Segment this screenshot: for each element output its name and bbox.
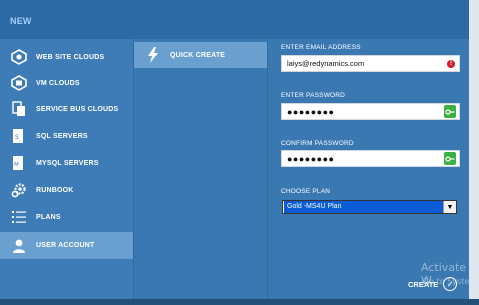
user-icon	[10, 237, 28, 255]
nav-item-service-bus-clouds[interactable]: SERVICE BUS CLOUDS	[0, 96, 133, 122]
create-button[interactable]: CREATE ✓	[408, 277, 458, 291]
password-value: ●●●●●●●●	[287, 106, 335, 117]
title-bar	[0, 0, 479, 39]
nav-item-mysql-servers[interactable]: M MYSQL SERVERS	[0, 150, 133, 176]
email-label: ENTER EMAIL ADDRESS	[281, 44, 361, 51]
email-field[interactable]: laiys@redynamics.com !	[281, 55, 460, 72]
confirm-password-field[interactable]: ●●●●●●●●	[281, 150, 460, 167]
quick-create-label: QUICK CREATE	[170, 51, 226, 59]
nav-label: MYSQL SERVERS	[36, 159, 99, 167]
create-label: CREATE	[408, 279, 439, 289]
window-edge-bottom	[0, 299, 479, 305]
key-icon	[444, 105, 456, 118]
nav-item-web-site-clouds[interactable]: WEB SITE CLOUDS	[0, 44, 133, 70]
nav-item-plans[interactable]: PLANS	[0, 204, 133, 230]
nav-item-user-account[interactable]: USER ACCOUNT	[0, 232, 133, 259]
confirm-password-value: ●●●●●●●●	[287, 153, 335, 164]
window-edge	[469, 0, 479, 305]
nav-label: SERVICE BUS CLOUDS	[36, 105, 119, 113]
confirm-password-label: CONFIRM PASSWORD	[281, 140, 354, 147]
plan-selected-value: Gold -MS4U Plan	[284, 201, 443, 213]
vm-cloud-icon	[10, 74, 28, 92]
error-icon: !	[447, 59, 455, 68]
password-field[interactable]: ●●●●●●●●	[281, 103, 460, 120]
plan-select[interactable]: Gold -MS4U Plan ▼	[282, 200, 457, 214]
nav-item-vm-clouds[interactable]: VM CLOUDS	[0, 70, 133, 96]
svg-text:M: M	[14, 162, 19, 168]
svg-text:S: S	[15, 134, 19, 141]
mysql-server-icon: M	[10, 154, 28, 172]
lightning-icon	[144, 46, 162, 64]
nav-label: USER ACCOUNT	[36, 242, 95, 249]
service-bus-icon	[10, 100, 28, 118]
submenu-panel	[134, 39, 267, 305]
runbook-gear-icon	[10, 181, 28, 199]
nav-label: WEB SITE CLOUDS	[36, 53, 105, 61]
sql-server-icon: S	[10, 127, 28, 145]
email-value: laiys@redynamics.com	[287, 59, 365, 68]
password-label: ENTER PASSWORD	[281, 92, 346, 99]
nav-item-sql-servers[interactable]: S SQL SERVERS	[0, 123, 133, 149]
nav-label: PLANS	[36, 213, 61, 221]
nav-label: SQL SERVERS	[36, 132, 88, 140]
quick-create-item[interactable]: QUICK CREATE	[134, 42, 267, 68]
nav-label: RUNBOOK	[36, 186, 74, 194]
page-title: NEW	[10, 16, 32, 26]
key-icon	[444, 152, 456, 165]
checkmark-icon: ✓	[443, 277, 458, 291]
web-site-cloud-icon	[10, 48, 28, 66]
plans-list-icon	[10, 208, 28, 226]
plan-label: CHOOSE PLAN	[281, 188, 331, 195]
nav-item-runbook[interactable]: RUNBOOK	[0, 177, 133, 203]
nav-label: VM CLOUDS	[36, 79, 80, 87]
chevron-down-icon[interactable]: ▼	[443, 201, 456, 213]
